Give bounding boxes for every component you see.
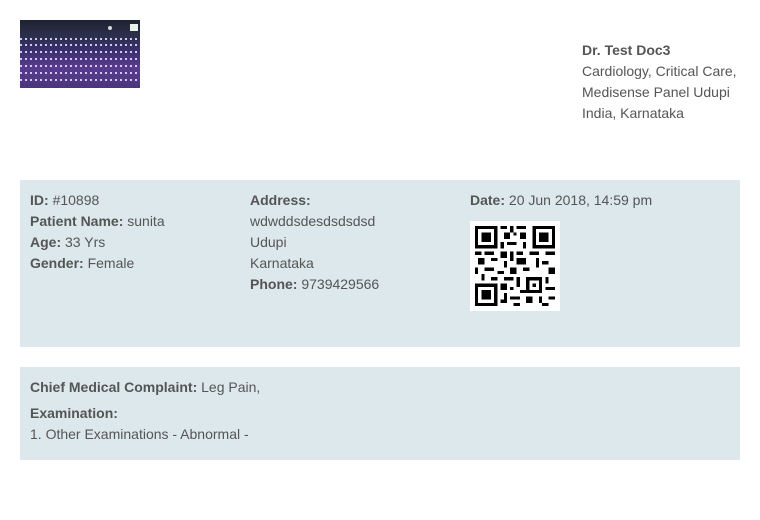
- address-label: Address:: [250, 192, 311, 208]
- date-value: 20 Jun 2018, 14:59 pm: [508, 192, 653, 208]
- patient-age-label: Age:: [30, 234, 62, 250]
- patient-info: ID: #10898 Patient Name: sunita Age: 33 …: [30, 190, 165, 274]
- patient-name-label: Patient Name:: [30, 213, 124, 229]
- complaint-label: Chief Medical Complaint:: [30, 379, 198, 395]
- qr-code: [470, 221, 560, 311]
- address-line1: wdwddsdesdsdsdsd: [250, 213, 376, 229]
- address-city: Udupi: [250, 234, 287, 250]
- patient-age-row: Age: 33 Yrs: [30, 232, 165, 253]
- doctor-location: India, Karnataka: [582, 105, 684, 121]
- patient-name-value: sunita: [127, 213, 165, 229]
- doctor-specialties: Cardiology, Critical Care,: [582, 63, 737, 79]
- patient-id-label: ID:: [30, 192, 49, 208]
- logo-dot: [108, 26, 112, 30]
- patient-age-value: 33 Yrs: [65, 234, 106, 250]
- address-info: Address: wdwddsdesdsdsdsd Udupi Karnatak…: [250, 190, 379, 295]
- phone-value: 9739429566: [301, 276, 380, 292]
- phone-label: Phone:: [250, 276, 298, 292]
- phone-row: Phone: 9739429566: [250, 274, 379, 295]
- clinic-logo: [20, 20, 140, 88]
- logo-tag: [130, 24, 138, 31]
- examination-heading: Examination:: [30, 403, 118, 424]
- doctor-clinic: Medisense Panel Udupi: [582, 84, 730, 100]
- qr-code-graphic: [475, 226, 555, 306]
- patient-id-value: #10898: [52, 192, 100, 208]
- doctor-name: Dr. Test Doc3: [582, 42, 671, 58]
- patient-id-row: ID: #10898: [30, 190, 165, 211]
- patient-gender-row: Gender: Female: [30, 253, 165, 274]
- patient-details-panel: ID: #10898 Patient Name: sunita Age: 33 …: [20, 180, 740, 347]
- complaint-value: Leg Pain,: [201, 379, 261, 395]
- doctor-info: Dr. Test Doc3 Cardiology, Critical Care,…: [582, 40, 737, 124]
- date-info: Date: 20 Jun 2018, 14:59 pm: [470, 190, 652, 211]
- examination-label: Examination:: [30, 405, 118, 421]
- examination-item: 1. Other Examinations - Abnormal -: [30, 426, 249, 442]
- complaint-row: Chief Medical Complaint: Leg Pain,: [30, 377, 260, 398]
- patient-name-row: Patient Name: sunita: [30, 211, 165, 232]
- clinical-notes-panel: Chief Medical Complaint: Leg Pain, Exami…: [20, 367, 740, 460]
- date-row: Date: 20 Jun 2018, 14:59 pm: [470, 190, 652, 211]
- patient-gender-label: Gender:: [30, 255, 84, 271]
- patient-gender-value: Female: [87, 255, 135, 271]
- address-state: Karnataka: [250, 255, 314, 271]
- date-label: Date:: [470, 192, 506, 208]
